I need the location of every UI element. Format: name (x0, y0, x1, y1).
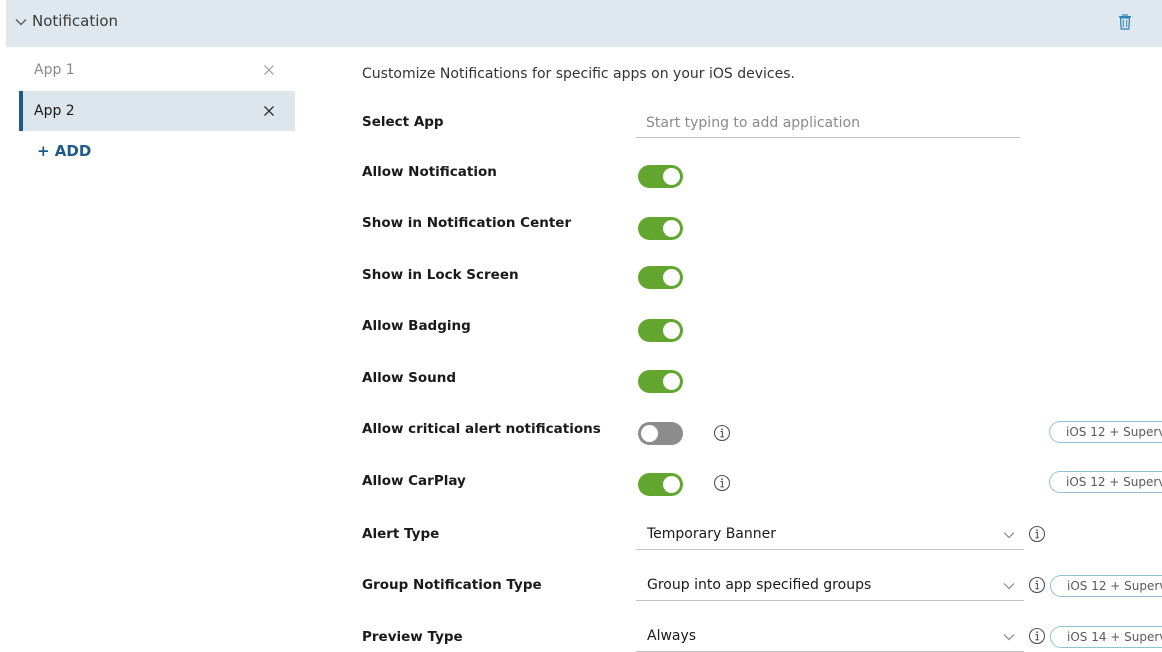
info-icon[interactable] (1028, 627, 1046, 645)
trash-icon[interactable] (1118, 14, 1132, 30)
os-requirement-badge: iOS 12 + Supervised (1049, 471, 1162, 493)
section-title: Notification (32, 12, 119, 30)
allow-carplay-label: Allow CarPlay (362, 473, 466, 489)
alert-type-value: Temporary Banner (647, 526, 777, 542)
group-notification-type-value: Group into app specified groups (647, 577, 872, 593)
info-icon[interactable] (713, 474, 731, 492)
allow-carplay-toggle[interactable] (638, 473, 683, 496)
show-in-notification-center-label: Show in Notification Center (362, 215, 572, 231)
os-requirement-badge: iOS 14 + Supervised (1050, 626, 1162, 648)
sidebar-item-label: App 2 (34, 103, 75, 119)
section-header[interactable]: Notification (6, 0, 1162, 47)
os-requirement-badge: iOS 12 + Supervised (1049, 421, 1162, 443)
show-in-lock-screen-toggle[interactable] (638, 266, 683, 289)
show-in-lock-screen-label: Show in Lock Screen (362, 267, 519, 283)
allow-sound-label: Allow Sound (362, 370, 457, 386)
chevron-down-icon[interactable] (1003, 581, 1015, 591)
close-icon[interactable] (263, 105, 275, 117)
sidebar-item-app-2[interactable]: App 2 (19, 91, 295, 131)
allow-critical-alert-toggle[interactable] (638, 422, 683, 445)
close-icon[interactable] (263, 64, 275, 76)
chevron-down-icon[interactable] (1003, 632, 1015, 642)
os-requirement-badge: iOS 12 + Supervised (1050, 575, 1162, 597)
allow-badging-toggle[interactable] (638, 319, 683, 342)
intro-text: Customize Notifications for specific app… (362, 66, 795, 82)
info-icon[interactable] (1028, 576, 1046, 594)
info-icon[interactable] (1028, 525, 1046, 543)
alert-type-label: Alert Type (362, 526, 440, 542)
preview-type-select[interactable]: Always (636, 622, 1024, 652)
alert-type-select[interactable]: Temporary Banner (636, 520, 1024, 550)
group-notification-type-select[interactable]: Group into app specified groups (636, 571, 1024, 601)
chevron-down-icon[interactable] (1003, 530, 1015, 540)
group-notification-type-label: Group Notification Type (362, 577, 542, 593)
info-icon[interactable] (713, 424, 731, 442)
preview-type-value: Always (647, 628, 697, 644)
select-app-label: Select App (362, 114, 444, 130)
allow-critical-alert-label: Allow critical alert notifications (362, 421, 601, 437)
preview-type-label: Preview Type (362, 629, 463, 645)
chevron-down-icon[interactable] (15, 16, 27, 28)
add-app-button[interactable]: + ADD (37, 142, 91, 160)
show-in-notification-center-toggle[interactable] (638, 217, 683, 240)
allow-notification-label: Allow Notification (362, 164, 497, 180)
allow-notification-toggle[interactable] (638, 165, 683, 188)
allow-sound-toggle[interactable] (638, 370, 683, 393)
allow-badging-label: Allow Badging (362, 318, 471, 334)
sidebar-item-label: App 1 (34, 62, 75, 78)
select-app-input[interactable] (636, 108, 1020, 138)
sidebar-item-app-1[interactable]: App 1 (19, 51, 295, 89)
